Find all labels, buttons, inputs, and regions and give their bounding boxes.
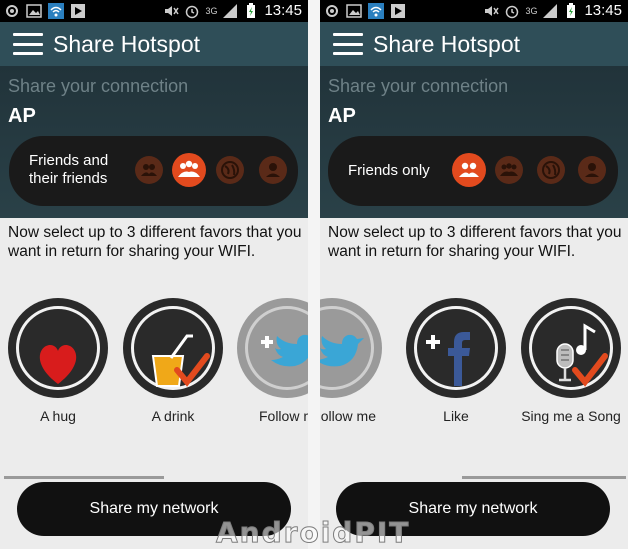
page-title: Share Hotspot: [373, 30, 521, 57]
location-icon: [326, 5, 338, 17]
audience-selector: Friends only: [328, 136, 618, 206]
location-icon: [6, 5, 18, 17]
person-icon: [585, 163, 599, 177]
status-bar: 3G 13:45: [320, 0, 628, 22]
favor-label: A hug: [40, 408, 76, 424]
favor-sing-song[interactable]: Sing me a Song: [521, 298, 621, 424]
instruction-text: Now select up to 3 different favors that…: [328, 224, 622, 260]
mute-icon: [165, 5, 180, 16]
favor-circle[interactable]: [320, 298, 382, 398]
connection-section: Share your connection AP Friends only: [320, 66, 628, 218]
connection-mode: AP: [328, 105, 356, 127]
app-header: Share Hotspot: [320, 22, 628, 66]
group-icon: [459, 162, 479, 177]
audience-option-single[interactable]: [259, 156, 287, 184]
globe-icon: [542, 161, 560, 179]
audience-option-single[interactable]: [578, 156, 606, 184]
play-store-icon: [391, 4, 405, 18]
status-bar: 3G 13:45: [0, 0, 308, 22]
favor-circle[interactable]: [8, 298, 108, 398]
favor-circle[interactable]: [123, 298, 223, 398]
audience-option-friends-of-friends[interactable]: [172, 153, 206, 187]
checkmark-icon: [174, 353, 210, 387]
scrollbar[interactable]: [462, 476, 626, 479]
audience-option-everyone[interactable]: [216, 156, 244, 184]
wifi-hotspot-icon: [48, 3, 64, 19]
favor-label: Sing me a Song: [521, 408, 621, 424]
favor-follow[interactable]: Follow m: [237, 298, 308, 424]
crowd-icon: [500, 163, 518, 176]
battery-icon: [247, 2, 256, 18]
section-subtitle: Share your connection: [8, 76, 189, 96]
favor-hug[interactable]: A hug: [8, 298, 108, 424]
checkmark-icon: [572, 353, 608, 387]
alarm-icon: [186, 5, 199, 18]
panel-divider: [308, 0, 320, 549]
network-type: 3G: [525, 5, 538, 16]
favor-label: Like: [443, 408, 469, 424]
favor-circle[interactable]: [406, 298, 506, 398]
audience-option-friends[interactable]: [135, 156, 163, 184]
play-store-icon: [71, 4, 85, 18]
audience-option-everyone[interactable]: [537, 156, 565, 184]
wifi-hotspot-icon: [368, 3, 384, 19]
image-icon: [346, 4, 362, 18]
signal-icon: [543, 3, 558, 18]
image-icon: [26, 4, 42, 18]
watermark-logo: AndroidPIT: [215, 516, 411, 549]
favor-label: A drink: [151, 408, 195, 424]
signal-icon: [223, 3, 238, 18]
person-icon: [266, 163, 280, 177]
instruction-text: Now select up to 3 different favors that…: [8, 224, 302, 260]
favor-label: Follow m: [258, 408, 308, 424]
connection-mode: AP: [8, 105, 36, 127]
facebook-icon: [448, 332, 470, 386]
phone-screen-right: 3G 13:45 Share Hotspot Share your connec…: [320, 0, 628, 549]
favor-follow[interactable]: ollow me: [320, 298, 382, 424]
section-subtitle: Share your connection: [328, 76, 509, 96]
audience-option-friends-of-friends[interactable]: [495, 156, 523, 184]
favor-like[interactable]: Like: [406, 298, 506, 424]
alarm-icon: [506, 5, 519, 18]
app-header: Share Hotspot: [0, 22, 308, 66]
mute-icon: [485, 5, 500, 16]
crowd-icon: [178, 160, 200, 177]
audience-selector: Friends and their friends: [9, 136, 298, 206]
favor-drink[interactable]: A drink: [123, 298, 223, 424]
status-time: 13:45: [264, 2, 302, 19]
menu-icon[interactable]: [333, 33, 363, 55]
network-type: 3G: [205, 5, 218, 16]
page-title: Share Hotspot: [53, 30, 201, 57]
scrollbar[interactable]: [4, 476, 164, 479]
connection-section: Share your connection AP Friends and the…: [0, 66, 308, 218]
audience-option-friends[interactable]: [452, 153, 486, 187]
audience-label: Friends and their friends: [29, 152, 109, 187]
favor-circle[interactable]: [237, 298, 308, 398]
audience-label: Friends only: [348, 162, 430, 179]
group-icon: [141, 164, 157, 176]
twitter-bird-icon: [271, 334, 308, 367]
globe-icon: [221, 161, 239, 179]
status-time: 13:45: [584, 2, 622, 19]
battery-icon: [567, 2, 576, 18]
favor-circle[interactable]: [521, 298, 621, 398]
favor-label: ollow me: [320, 408, 376, 424]
heart-icon: [39, 344, 77, 384]
twitter-bird-icon: [320, 334, 364, 367]
phone-screen-left: 3G 13:45 Share Hotspot Share your connec…: [0, 0, 308, 549]
menu-icon[interactable]: [13, 33, 43, 55]
